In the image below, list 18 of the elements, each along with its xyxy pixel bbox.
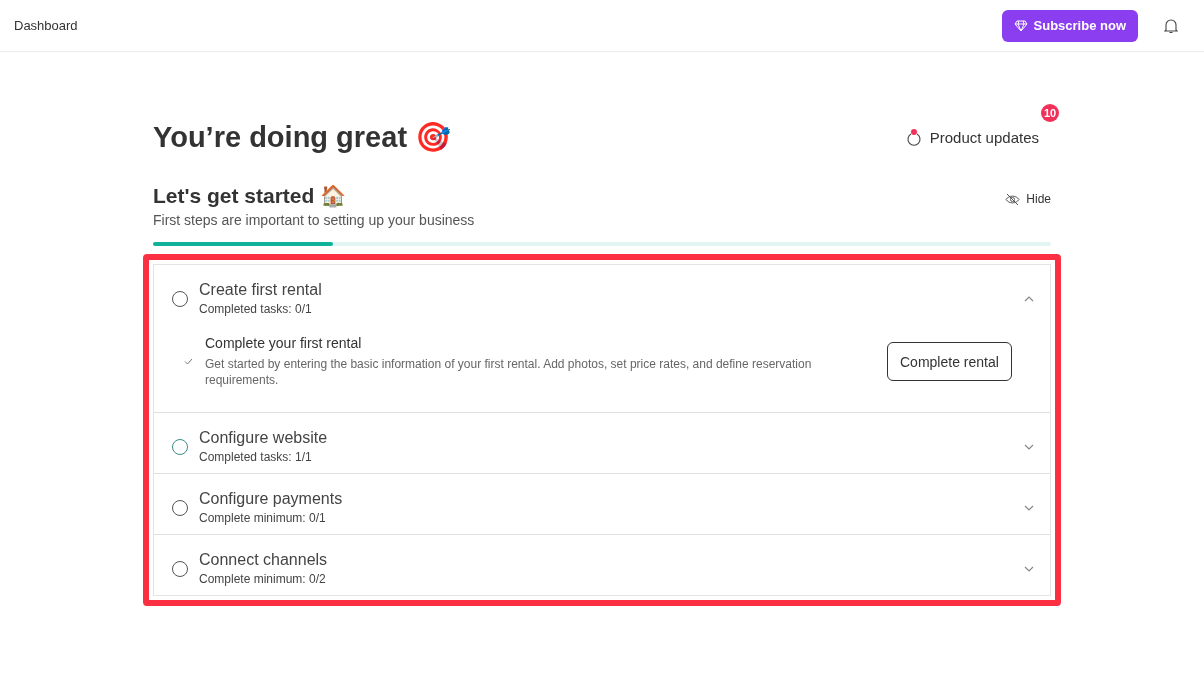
task-description: Get started by entering the basic information of your first rental. Add photos, set price rates, and define reservation requirements. xyxy=(205,356,813,388)
task-title: Complete your first rental xyxy=(205,335,363,351)
step-status: Complete minimum: 0/2 xyxy=(199,572,327,586)
hide-link[interactable]: Hide xyxy=(1005,192,1051,206)
step-title[interactable]: Configure payments xyxy=(199,490,1013,508)
step-title[interactable]: Configure website xyxy=(199,429,1013,447)
page-title: Dashboard xyxy=(14,18,79,33)
notification-badge: 10 xyxy=(1041,104,1059,122)
section-title: Let's get started 🏠 xyxy=(153,184,348,208)
step-status: Completed tasks: 0/1 xyxy=(199,302,313,316)
step-title[interactable]: Create first rental xyxy=(199,281,1013,299)
step-title[interactable]: Connect channels xyxy=(199,551,1013,569)
step-status: Complete minimum: 0/1 xyxy=(199,511,327,525)
step-status: Completed tasks: 1/1 xyxy=(199,450,313,464)
page-heading: You’re doing great 🎯 xyxy=(153,120,452,154)
section-subtitle: First steps are important to setting up your business xyxy=(153,212,475,228)
complete-rental-button[interactable]: Complete rental xyxy=(887,342,1012,381)
subscribe-button[interactable]: Subscribe now xyxy=(1001,9,1138,42)
